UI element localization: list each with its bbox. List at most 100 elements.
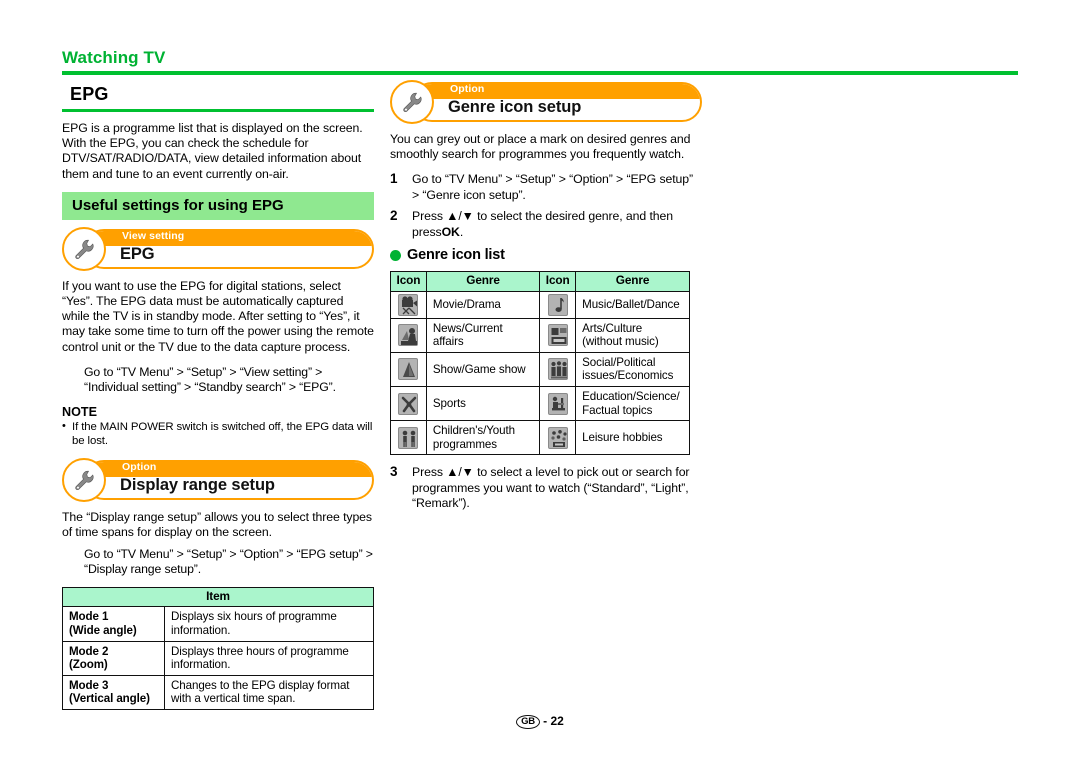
table-header-row: Icon Genre Icon Genre [390, 271, 690, 292]
bullet-dot-icon [390, 250, 401, 262]
table-row: Mode 1 (Wide angle) Displays six hours o… [62, 606, 374, 642]
step-lead: Press [412, 209, 443, 224]
manual-page: Watching TV EPG EPG is a programme list … [0, 0, 1080, 763]
panel-title-genre-icon-setup: Genre icon setup [448, 98, 582, 116]
genre-label: Leisure hobbies [575, 420, 690, 456]
footer-separator: - [543, 714, 548, 728]
sports-icon-cell [390, 385, 427, 422]
header-rule [62, 71, 1018, 75]
epg-panel-goto: Go to “TV Menu” > “Setup” > “View settin… [84, 364, 336, 395]
education-science-icon [547, 392, 568, 415]
column-header-genre-left: Genre [425, 271, 541, 292]
genre-label: Children's/Youth programmes [425, 420, 541, 456]
genre-panel-paragraph: You can grey out or place a mark on desi… [390, 132, 691, 162]
mode-line-1: Mode 2 [69, 644, 109, 658]
chapter-title: EPG [70, 84, 109, 104]
section-banner-useful-settings: Useful settings for using EPG [62, 191, 374, 220]
wrench-icon [390, 80, 434, 124]
wrench-icon [62, 226, 106, 271]
panel-title-display-range-setup: Display range setup [120, 476, 275, 495]
table-row: Show/Game show Social/Political issues/E… [390, 351, 690, 388]
step-number: 2 [390, 208, 398, 224]
page-footer: GB - 22 [0, 714, 1080, 730]
education-science-icon-cell [539, 385, 577, 422]
table-header-row: Item [62, 586, 374, 608]
table-row: Mode 2 (Zoom) Displays three hours of pr… [62, 640, 374, 676]
mode-name-cell: Mode 3 (Vertical angle) [62, 674, 165, 710]
step-3: 3 Press ▲/▼ to select a level to pick out… [390, 464, 702, 511]
children-youth-icon [398, 426, 419, 449]
mode-description-cell: Displays six hours of programme informat… [164, 606, 374, 642]
genre-label: Show/Game show [425, 351, 541, 388]
leisure-hobbies-icon [547, 426, 568, 449]
mode-line-1: Mode 3 [69, 678, 109, 692]
updown-arrows-icon: ▲/▼ [446, 465, 474, 480]
running-head-part-a: Watching [62, 48, 139, 67]
right-column: Option Genre icon setup You can grey out… [390, 80, 702, 518]
mode-name-cell: Mode 2 (Zoom) [62, 640, 165, 676]
mode-line-2: (Wide angle) [69, 623, 137, 637]
movie-drama-icon [398, 293, 419, 316]
panel-header-genre-icon-setup: Option Genre icon setup [390, 80, 702, 124]
step-lead: Press [412, 465, 443, 480]
genre-icon-table: Icon Genre Icon Genre Movie/Drama Music/… [390, 271, 690, 456]
running-head-part-b: TV [143, 48, 166, 67]
mode-line-2: (Zoom) [69, 658, 108, 672]
mode-description-cell: Displays three hours of programme inform… [164, 640, 374, 676]
panel-header-display-range: Option Display range setup [62, 458, 374, 503]
table-row: Sports Education/Science/ Factual topics [390, 385, 690, 422]
genre-label: Social/Political issues/Economics [575, 351, 690, 388]
updown-arrows-icon: ▲/▼ [446, 209, 474, 224]
region-badge: GB [516, 715, 540, 729]
mode-line-1: Mode 1 [69, 610, 109, 624]
panel-kicker-option: Option [122, 461, 157, 474]
children-youth-icon-cell [390, 420, 427, 456]
panel-header-epg: View setting EPG [62, 226, 374, 271]
news-current-affairs-icon [398, 324, 419, 347]
display-range-paragraph: The “Display range setup” allows you to … [62, 510, 372, 540]
column-header-genre-right: Genre [575, 271, 690, 292]
step-tail: . [459, 224, 464, 239]
news-current-affairs-icon-cell [390, 317, 427, 353]
sports-icon [398, 392, 419, 415]
genre-label: Education/Science/ Factual topics [575, 385, 690, 422]
show-game-show-icon-cell [390, 351, 427, 388]
epg-intro-paragraph: EPG is a programme list that is displaye… [62, 121, 363, 181]
table-row: News/Current affairs Arts/Culture (witho… [390, 317, 690, 353]
show-game-show-icon [398, 358, 419, 381]
mode-name-cell: Mode 1 (Wide angle) [62, 606, 165, 642]
panel-kicker-option: Option [450, 83, 485, 95]
column-header-icon-right: Icon [539, 271, 577, 292]
table-row: Children's/Youth programmes Leisure hobb… [390, 420, 690, 456]
running-head: Watching TV [62, 48, 165, 68]
chapter-rule [62, 109, 374, 112]
display-range-goto: Go to “TV Menu” > “Setup” > “Option” > “… [84, 546, 373, 577]
note-title: NOTE [62, 405, 97, 420]
panel-kicker-view-setting: View setting [122, 229, 185, 242]
genre-label: Sports [425, 385, 541, 422]
social-political-icon [547, 358, 568, 381]
step-1: 1 Go to “TV Menu” > “Setup” > “Option” >… [390, 171, 702, 203]
mode-description-cell: Changes to the EPG display format with a… [164, 674, 374, 710]
movie-drama-icon-cell [390, 290, 427, 319]
genre-label: News/Current affairs [425, 317, 541, 353]
leisure-hobbies-icon-cell [539, 420, 577, 456]
table-header-item: Item [62, 586, 374, 608]
genre-icon-list-heading: Genre icon list [390, 246, 702, 265]
wrench-icon [62, 458, 106, 503]
social-political-icon-cell [539, 351, 577, 388]
step-2: 2 Press ▲/▼ to select the desired genre, … [390, 208, 702, 240]
note-item: If the MAIN POWER switch is switched off… [62, 420, 374, 448]
arts-culture-icon-cell [539, 317, 577, 353]
epg-panel-paragraph: If you want to use the EPG for digital s… [62, 278, 374, 354]
step-number: 3 [390, 464, 398, 480]
table-row: Movie/Drama Music/Ballet/Dance [390, 290, 690, 319]
page-number: 22 [550, 714, 564, 728]
genre-label: Arts/Culture (without music) [575, 317, 690, 353]
music-ballet-dance-icon [547, 293, 568, 316]
genre-label: Movie/Drama [425, 290, 541, 319]
genre-label: Music/Ballet/Dance [575, 290, 690, 319]
panel-title-epg: EPG [120, 244, 155, 263]
mode-line-2: (Vertical angle) [69, 692, 150, 706]
music-ballet-dance-icon-cell [539, 290, 577, 319]
